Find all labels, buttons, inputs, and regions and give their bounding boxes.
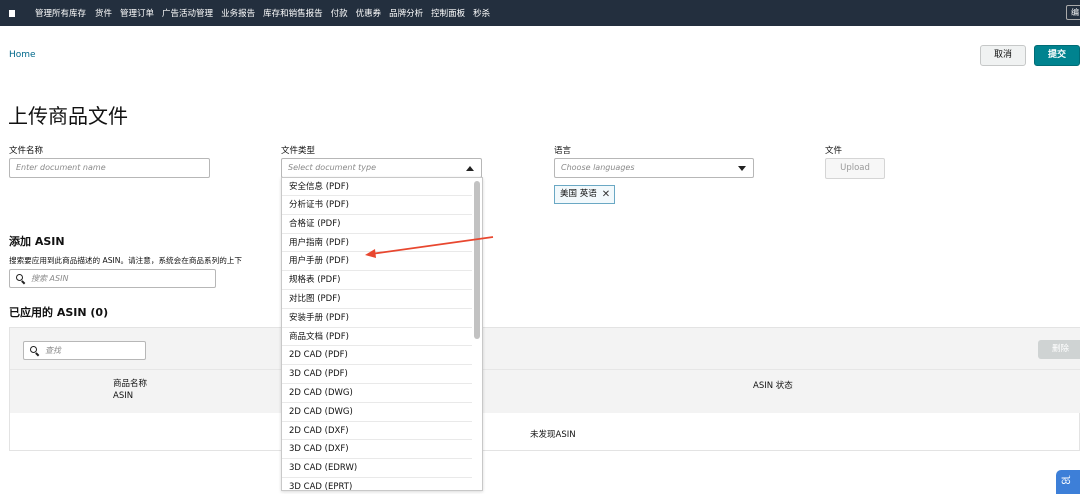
dropdown-option[interactable]: 3D CAD (PDF) (282, 365, 472, 384)
nav-item-brand-analytics[interactable]: 品牌分析 (389, 7, 423, 19)
dropdown-option[interactable]: 合格证 (PDF) (282, 215, 472, 234)
dropdown-option[interactable]: 对比图 (PDF) (282, 290, 472, 309)
submit-button[interactable]: 提交 (1034, 45, 1080, 66)
dropdown-scrollbar[interactable] (474, 181, 480, 339)
dropdown-option[interactable]: 3D CAD (DXF) (282, 440, 472, 460)
find-input[interactable]: 查找 (23, 341, 146, 360)
dropdown-option[interactable]: 3D CAD (EDRW) (282, 459, 472, 478)
dropdown-option[interactable]: 2D CAD (DWG) (282, 403, 472, 422)
dropdown-option[interactable]: 规格表 (PDF) (282, 271, 472, 290)
breadcrumb-home[interactable]: Home (9, 50, 36, 60)
doc-type-select[interactable]: Select document type (281, 158, 482, 178)
nav-item-dashboard[interactable]: 控制面板 (431, 7, 465, 19)
upload-button[interactable]: Upload (825, 158, 885, 179)
search-icon (30, 346, 39, 355)
edit-nav-button[interactable]: 编 (1066, 5, 1080, 20)
nav-item-ads[interactable]: 广告活动管理 (162, 7, 213, 19)
dropdown-option[interactable]: 2D CAD (DWG) (282, 384, 472, 403)
dropdown-option[interactable]: 安全信息 (PDF) (282, 178, 472, 196)
dropdown-option[interactable]: 2D CAD (PDF) (282, 346, 472, 366)
nav-item-business-reports[interactable]: 业务报告 (221, 7, 255, 19)
language-tag-label: 美国 英语 (560, 189, 597, 199)
nav-item-inventory-reports[interactable]: 库存和销售报告 (263, 7, 323, 19)
language-select[interactable]: Choose languages (554, 158, 754, 178)
dropdown-option[interactable]: 安装手册 (PDF) (282, 309, 472, 328)
doc-name-label: 文件名称 (9, 146, 44, 156)
language-label: 语言 (554, 146, 572, 156)
applied-asin-title: 已应用的 ASIN (0) (9, 306, 109, 319)
language-placeholder: Choose languages (561, 163, 635, 172)
delete-button[interactable]: 删除 (1038, 340, 1080, 359)
dropdown-option[interactable]: 分析证书 (PDF) (282, 196, 472, 215)
asin-table: 查找 商品名称 ASIN ASIN 状态 未发现ASIN (9, 327, 1080, 451)
annotation-arrow-icon (365, 236, 494, 258)
asin-search-input[interactable]: 搜索 ASIN (9, 269, 216, 288)
dropdown-option[interactable]: 2D CAD (DXF) (282, 422, 472, 441)
nav-item-payments[interactable]: 付款 (331, 7, 348, 19)
col-product-name-label: 商品名称 (113, 379, 148, 389)
doc-type-label: 文件类型 (281, 146, 316, 156)
help-widget-icon[interactable] (1056, 470, 1080, 494)
empty-message: 未发现ASIN (530, 430, 576, 440)
nav-item-orders[interactable]: 管理订单 (120, 7, 154, 19)
table-toolbar: 查找 (10, 328, 1080, 369)
col-asin-status[interactable]: ASIN 状态 (753, 379, 793, 391)
nav-item-deals[interactable]: 秒杀 (473, 7, 490, 19)
col-product-name[interactable]: 商品名称 ASIN (113, 378, 147, 402)
col-asin-label: ASIN (113, 391, 134, 401)
nav-item-coupons[interactable]: 优惠券 (356, 7, 382, 19)
add-asin-hint: 搜索要应用到此商品描述的 ASIN。请注意，系统会在商品系列的上下 (9, 256, 242, 265)
doc-name-input[interactable]: Enter document name (9, 158, 210, 178)
doc-type-dropdown: 安全信息 (PDF) 分析证书 (PDF) 合格证 (PDF) 用户指南 (PD… (281, 177, 483, 491)
add-asin-title: 添加 ASIN (9, 235, 65, 248)
doc-type-placeholder: Select document type (288, 163, 376, 172)
table-header: 商品名称 ASIN ASIN 状态 (10, 369, 1080, 413)
close-icon[interactable]: ✕ (602, 186, 610, 203)
cancel-button[interactable]: 取消 (980, 45, 1026, 66)
find-placeholder: 查找 (45, 346, 61, 355)
menu-icon[interactable] (9, 9, 15, 17)
chevron-down-icon (738, 166, 746, 171)
search-icon (16, 274, 25, 283)
nav-item-shipments[interactable]: 货件 (95, 7, 112, 19)
file-label: 文件 (825, 146, 843, 156)
nav-item-inventory[interactable]: 管理所有库存 (35, 7, 86, 19)
language-tag: 美国 英语 ✕ (554, 185, 616, 204)
chevron-up-icon (466, 166, 474, 171)
dropdown-option[interactable]: 3D CAD (EPRT) (282, 478, 472, 490)
asin-search-placeholder: 搜索 ASIN (31, 274, 69, 283)
page-title: 上传商品文件 (8, 104, 128, 128)
top-nav: 管理所有库存 货件 管理订单 广告活动管理 业务报告 库存和销售报告 付款 优惠… (0, 0, 1080, 26)
dropdown-option[interactable]: 商品文档 (PDF) (282, 328, 472, 347)
